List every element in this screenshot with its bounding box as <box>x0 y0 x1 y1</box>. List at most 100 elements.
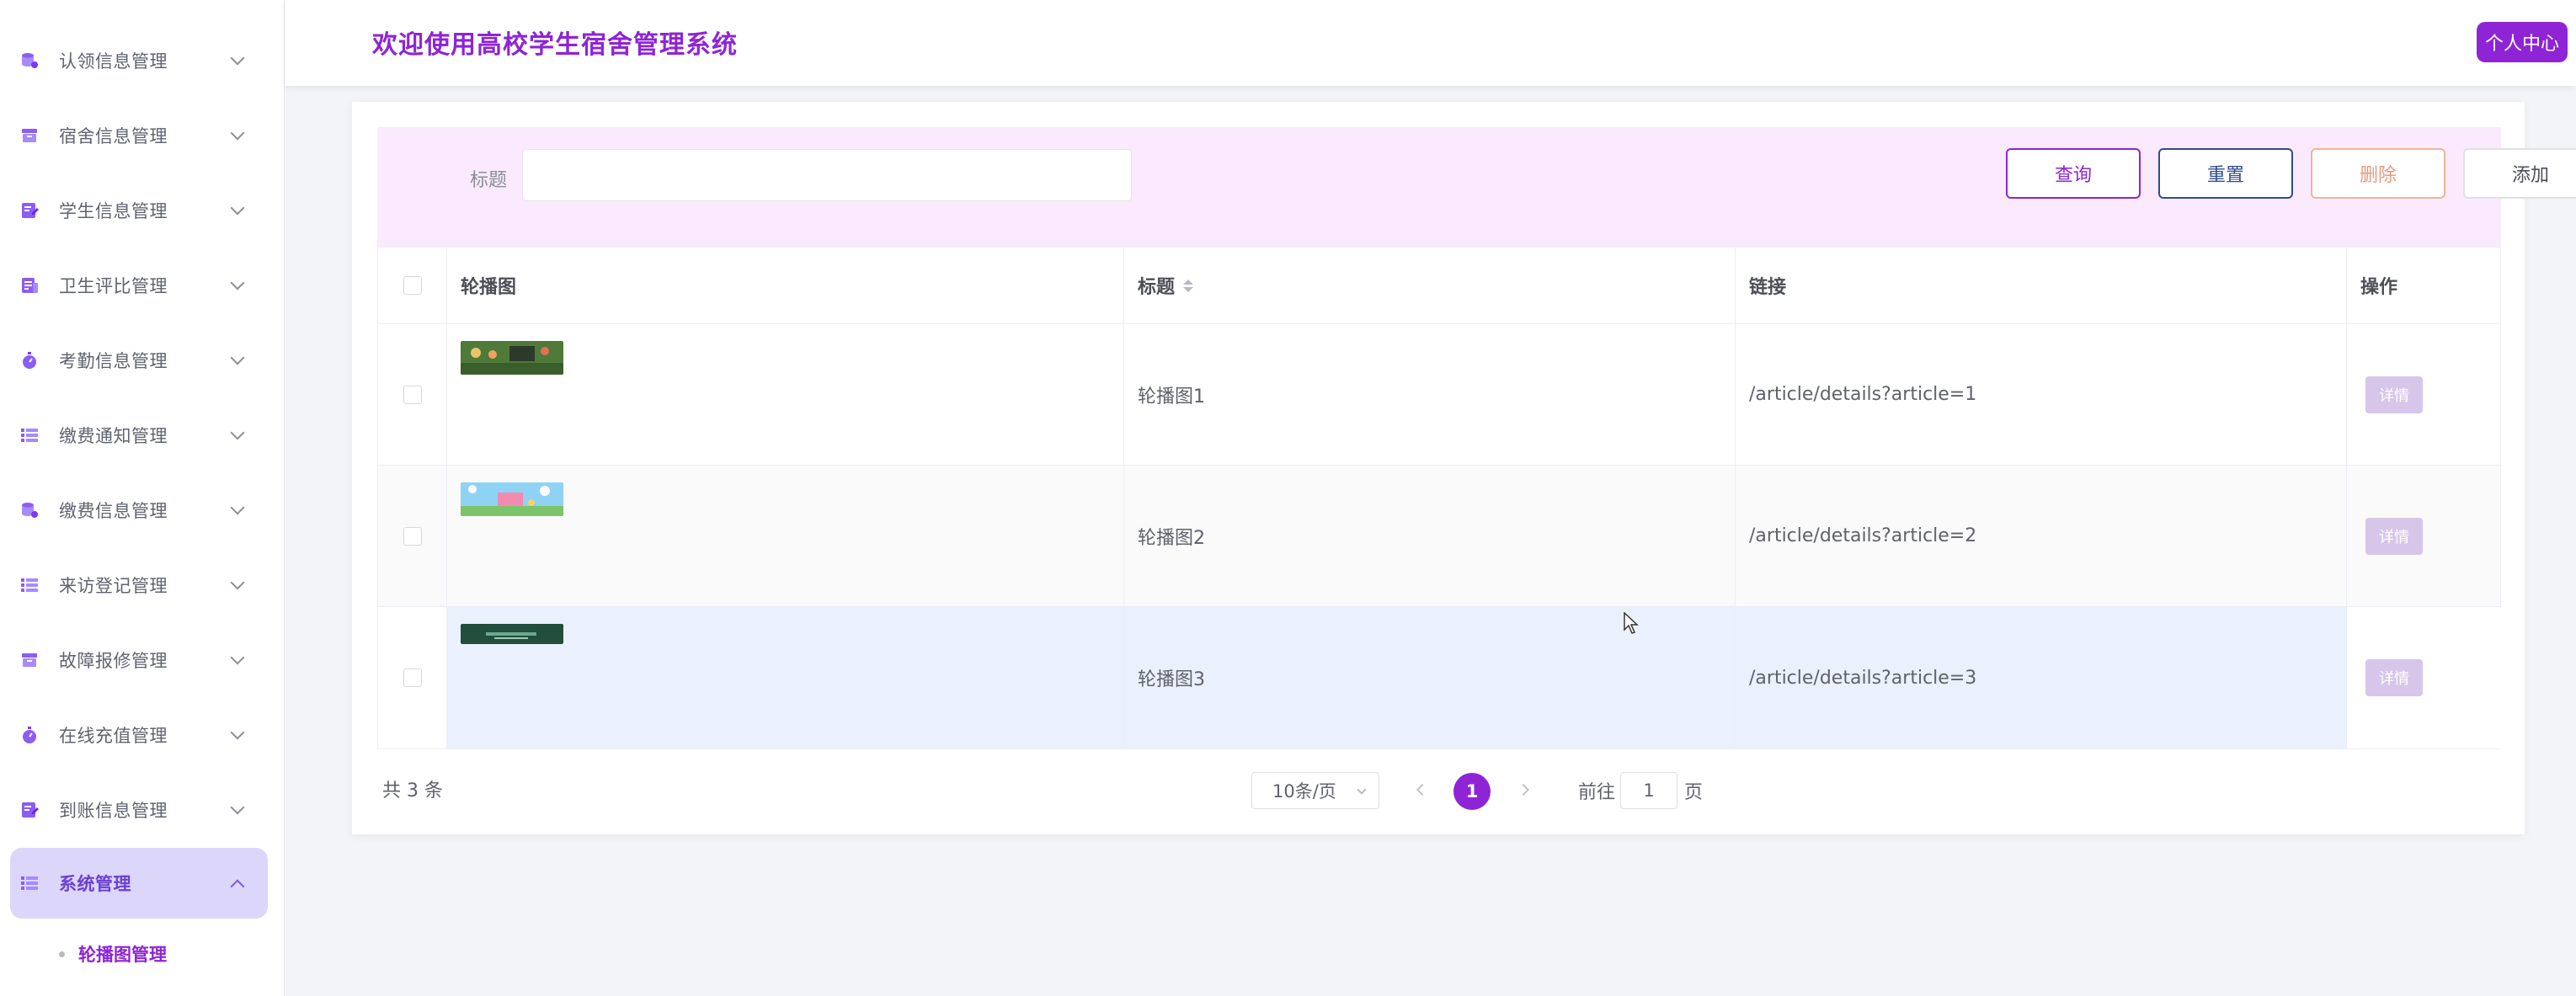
title-search-input[interactable] <box>522 149 1132 201</box>
detail-button[interactable]: 详情 <box>2365 659 2423 696</box>
chevron-down-icon <box>230 51 245 66</box>
chevron-down-icon <box>230 725 245 740</box>
user-center-button[interactable]: 个人中心 <box>2476 22 2568 62</box>
sidebar-item-label: 缴费信息管理 <box>59 501 168 521</box>
sidebar-item-label: 学生信息管理 <box>59 201 168 221</box>
page-title: 欢迎使用高校学生宿舍管理系统 <box>372 30 738 60</box>
page-size-value: 10条/页 <box>1272 781 1336 802</box>
select-all-checkbox[interactable] <box>403 276 422 295</box>
row-link: /article/details?article=1 <box>1736 324 2347 465</box>
detail-button[interactable]: 详情 <box>2365 375 2423 413</box>
row-select-cell <box>378 324 447 465</box>
sidebar-item-label: 到账信息管理 <box>59 801 168 821</box>
content-card: 标题 查询 重置 删除 添加 轮播图 标题 链接 操作 轮播图1 /articl… <box>352 102 2576 834</box>
list-icon <box>19 424 40 446</box>
sidebar-item-student-info[interactable]: 学生信息管理 <box>10 175 268 246</box>
row-checkbox[interactable] <box>403 526 422 546</box>
archive-icon <box>19 649 40 671</box>
row-title: 轮播图1 <box>1124 324 1736 465</box>
document-icon <box>19 274 40 296</box>
bullet-icon <box>59 951 65 957</box>
sidebar-item-label: 卫生评比管理 <box>59 276 168 296</box>
table-row[interactable]: 轮播图2 /article/details?article=2 详情 <box>378 466 2500 607</box>
form-icon <box>19 200 40 221</box>
column-header-title-label: 标题 <box>1138 277 1176 298</box>
sidebar-item-recharge[interactable]: 在线充值管理 <box>10 700 268 770</box>
list-icon <box>19 872 40 894</box>
detail-button[interactable]: 详情 <box>2365 517 2423 555</box>
table-row[interactable]: 轮播图1 /article/details?article=1 详情 <box>378 324 2500 466</box>
carousel-image-cell <box>447 466 1124 606</box>
sidebar-item-repair[interactable]: 故障报修管理 <box>10 625 268 695</box>
add-button[interactable]: 添加 <box>2463 148 2576 199</box>
carousel-thumbnail <box>461 624 563 644</box>
sidebar-subitem-label: 轮播图管理 <box>78 945 167 965</box>
stopwatch-icon <box>19 724 40 746</box>
page-size-select[interactable]: 10条/页 <box>1251 772 1379 809</box>
row-checkbox[interactable] <box>403 385 422 404</box>
sidebar-item-label: 来访登记管理 <box>59 576 168 596</box>
mouse-cursor-icon <box>1624 612 1639 634</box>
row-link: /article/details?article=3 <box>1736 607 2347 748</box>
reset-button[interactable]: 重置 <box>2158 148 2293 199</box>
chevron-down-icon <box>230 200 245 216</box>
chevron-down-icon <box>230 275 245 290</box>
sidebar-item-hygiene-rating[interactable]: 卫生评比管理 <box>10 250 268 321</box>
table-header-row: 轮播图 标题 链接 操作 <box>378 248 2500 324</box>
chevron-down-icon <box>230 650 245 665</box>
sidebar-subitem-carousel[interactable]: 轮播图管理 <box>59 937 167 971</box>
row-actions: 详情 <box>2347 324 2502 465</box>
carousel-table: 轮播图 标题 链接 操作 轮播图1 /article/details?artic… <box>377 247 2502 749</box>
table-row[interactable]: 轮播图3 /article/details?article=3 详情 <box>378 607 2502 748</box>
title-filter-label: 标题 <box>470 170 508 191</box>
page-suffix-label: 页 <box>1684 782 1704 803</box>
top-header: 欢迎使用高校学生宿舍管理系统 个人中心 <box>285 0 2576 86</box>
database-icon <box>19 499 40 521</box>
chevron-down-icon <box>230 800 245 815</box>
delete-button[interactable]: 删除 <box>2311 148 2445 199</box>
chevron-down-icon <box>1357 785 1367 795</box>
chevron-down-icon <box>230 425 245 440</box>
form-icon <box>19 799 40 821</box>
column-header-actions: 操作 <box>2360 277 2398 298</box>
sidebar-item-arrival-info[interactable]: 到账信息管理 <box>10 775 268 845</box>
sidebar-item-fee-notice[interactable]: 缴费通知管理 <box>10 400 268 471</box>
sidebar-item-label: 故障报修管理 <box>59 651 168 671</box>
column-header-link: 链接 <box>1736 248 2347 323</box>
sidebar-item-label: 考勤信息管理 <box>59 351 168 371</box>
sidebar: 认领信息管理 宿舍信息管理 学生信息管理 卫生评比管理 考勤信息管理 缴费通知管 <box>0 0 285 996</box>
row-checkbox[interactable] <box>403 668 422 687</box>
chevron-up-icon <box>230 879 245 894</box>
page-jump-input[interactable] <box>1620 772 1677 809</box>
filter-bar: 标题 查询 重置 删除 添加 <box>377 127 2576 247</box>
sidebar-item-claim-info[interactable]: 认领信息管理 <box>10 25 268 96</box>
sort-icon[interactable] <box>1183 279 1194 292</box>
chevron-down-icon <box>230 500 245 515</box>
select-all-cell <box>378 248 447 323</box>
row-actions: 详情 <box>2347 466 2502 606</box>
sidebar-item-fee-info[interactable]: 缴费信息管理 <box>10 475 268 546</box>
chevron-down-icon <box>230 575 245 590</box>
carousel-image-cell <box>447 607 1124 748</box>
carousel-image-cell <box>447 324 1124 465</box>
query-button[interactable]: 查询 <box>2006 148 2141 199</box>
next-page-icon[interactable] <box>1517 783 1530 796</box>
sidebar-item-visitor-log[interactable]: 来访登记管理 <box>10 550 268 621</box>
prev-page-icon[interactable] <box>1416 783 1429 796</box>
pagination-total: 共 3 条 <box>382 780 443 802</box>
chevron-down-icon <box>230 350 245 365</box>
row-link: /article/details?article=2 <box>1736 466 2347 606</box>
sidebar-item-dorm-info[interactable]: 宿舍信息管理 <box>10 100 268 171</box>
chevron-down-icon <box>230 125 245 141</box>
sidebar-item-label: 缴费通知管理 <box>59 426 168 446</box>
archive-icon <box>19 125 40 146</box>
sidebar-item-system[interactable]: 系统管理 <box>10 848 268 919</box>
sidebar-item-attendance[interactable]: 考勤信息管理 <box>10 325 268 396</box>
row-select-cell <box>378 466 447 606</box>
page-number-current[interactable]: 1 <box>1453 773 1491 810</box>
row-title: 轮播图3 <box>1124 607 1736 748</box>
carousel-thumbnail <box>461 341 563 375</box>
database-icon <box>19 50 40 72</box>
row-actions: 详情 <box>2347 607 2502 748</box>
column-header-title[interactable]: 标题 <box>1124 248 1736 323</box>
